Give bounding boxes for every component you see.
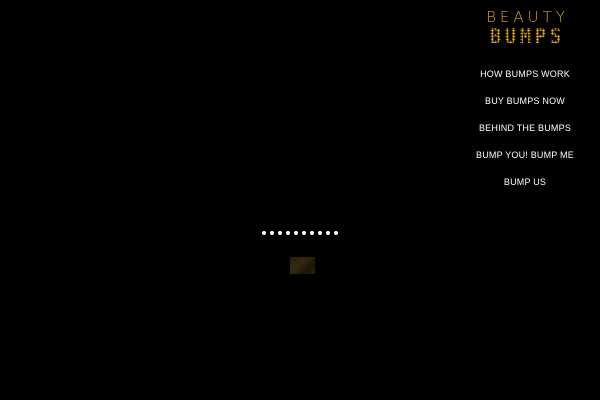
nav-link-bump-you-bump-me[interactable]: BUMP YOU! BUMP ME [476, 150, 574, 160]
nav-link-bump-us[interactable]: BUMP US [504, 177, 546, 187]
brand-logo[interactable]: BEAUTY BUMPS [476, 8, 576, 46]
loading-dot [326, 231, 330, 235]
loading-dot [286, 231, 290, 235]
loading-image-thumbnail [290, 257, 315, 274]
nav-item-bump-us: BUMP US [450, 170, 600, 197]
nav-link-behind-the-bumps[interactable]: BEHIND THE BUMPS [479, 123, 571, 133]
nav-link-buy-bumps-now[interactable]: BUY BUMPS NOW [485, 96, 565, 106]
nav-item-how-bumps-work: HOW BUMPS WORK [450, 62, 600, 89]
loading-dot [278, 231, 282, 235]
logo-line-bumps: BUMPS [476, 26, 576, 46]
loading-dot [318, 231, 322, 235]
main-navigation: HOW BUMPS WORK BUY BUMPS NOW BEHIND THE … [450, 62, 600, 197]
nav-item-buy-bumps-now: BUY BUMPS NOW [450, 89, 600, 116]
loading-indicator [262, 231, 338, 235]
loading-dot [262, 231, 266, 235]
loading-dot [334, 231, 338, 235]
loading-dot [310, 231, 314, 235]
nav-item-bump-you-bump-me: BUMP YOU! BUMP ME [450, 143, 600, 170]
loading-dot [302, 231, 306, 235]
loading-dot [294, 231, 298, 235]
nav-item-behind-the-bumps: BEHIND THE BUMPS [450, 116, 600, 143]
nav-link-how-bumps-work[interactable]: HOW BUMPS WORK [480, 69, 570, 79]
loading-dot [270, 231, 274, 235]
